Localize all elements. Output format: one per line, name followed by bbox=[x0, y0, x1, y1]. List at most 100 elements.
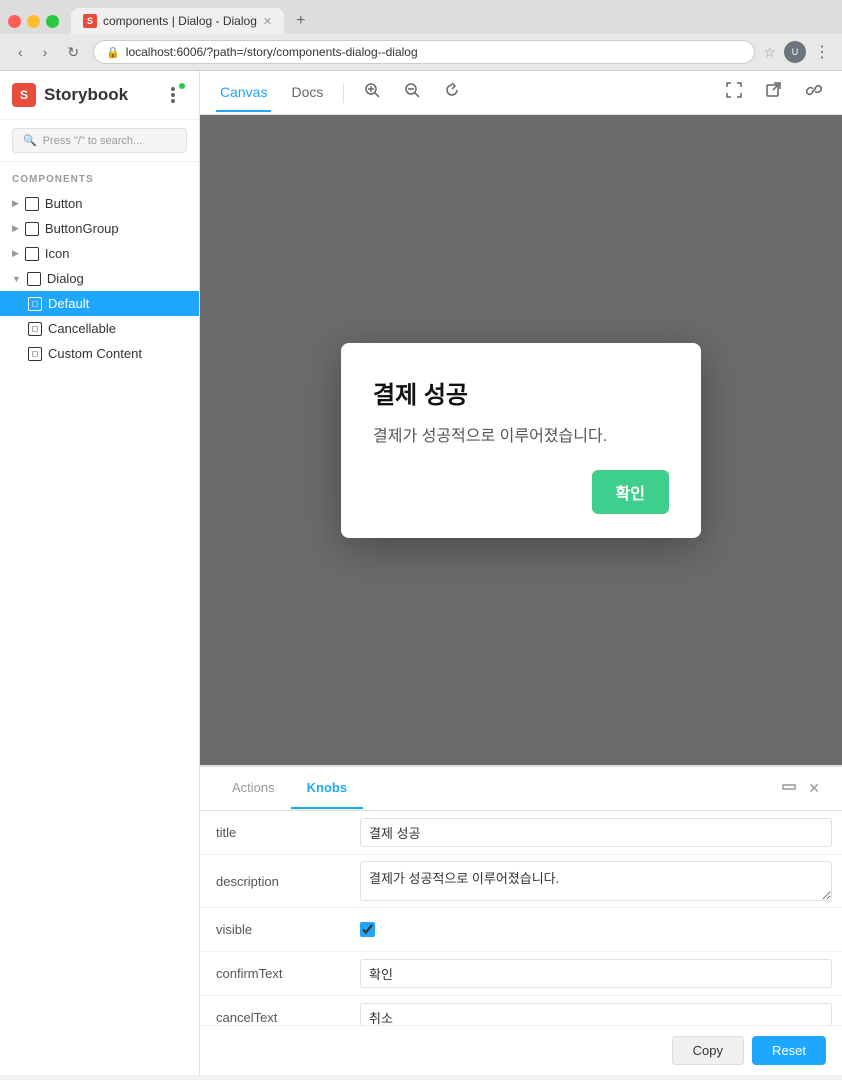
dialog-title: 결제 성공 bbox=[373, 375, 669, 410]
back-button[interactable]: ‹ bbox=[12, 41, 29, 63]
url-box[interactable]: 🔒 localhost:6006/?path=/story/components… bbox=[93, 40, 755, 64]
sidebar-item-icon[interactable]: ▶ Icon bbox=[0, 241, 199, 266]
knob-label-canceltext: cancelText bbox=[200, 996, 350, 1025]
knob-value-visible[interactable] bbox=[350, 908, 842, 951]
address-bar: ‹ › ↻ 🔒 localhost:6006/?path=/story/comp… bbox=[0, 34, 842, 70]
sidebar-item-label: Dialog bbox=[47, 271, 84, 286]
tab-canvas[interactable]: Canvas bbox=[216, 74, 271, 112]
reset-button[interactable]: Reset bbox=[752, 1036, 826, 1065]
knobs-content: title description 결제가 성공적으로 이루어졌습니다. bbox=[200, 811, 842, 1025]
search-input-display[interactable]: 🔍 Press "/" to search... bbox=[12, 128, 187, 153]
search-box[interactable]: 🔍 Press "/" to search... bbox=[0, 120, 199, 162]
knob-input-description[interactable]: 결제가 성공적으로 이루어졌습니다. bbox=[360, 861, 832, 901]
maximize-button[interactable] bbox=[46, 15, 59, 28]
zoom-in-button[interactable] bbox=[360, 78, 384, 107]
dialog-confirm-button[interactable]: 확인 bbox=[592, 470, 669, 514]
sidebar: S Storybook 🔍 Press "/" to search... COM… bbox=[0, 71, 200, 1075]
component-icon bbox=[25, 247, 39, 261]
fullscreen-button[interactable] bbox=[722, 78, 746, 107]
canvas-area: 결제 성공 결제가 성공적으로 이루어졌습니다. 확인 bbox=[200, 115, 842, 765]
knob-input-canceltext[interactable] bbox=[360, 1003, 832, 1025]
sidebar-item-label: Default bbox=[48, 296, 89, 311]
sidebar-more-button[interactable] bbox=[159, 81, 187, 109]
tab-close-button[interactable]: ✕ bbox=[263, 15, 272, 28]
sidebar-item-label: Cancellable bbox=[48, 321, 116, 336]
knob-value-description[interactable]: 결제가 성공적으로 이루어졌습니다. bbox=[350, 855, 842, 907]
sidebar-item-cancellable[interactable]: ◻ Cancellable bbox=[0, 316, 199, 341]
components-section-label: COMPONENTS bbox=[0, 162, 199, 191]
new-tab-button[interactable]: + bbox=[288, 8, 313, 34]
main-layout: S Storybook 🔍 Press "/" to search... COM… bbox=[0, 71, 842, 1075]
tab-bar: S components | Dialog - Dialog ✕ + bbox=[0, 0, 842, 34]
sidebar-item-default[interactable]: ◻ Default bbox=[0, 291, 199, 316]
sidebar-item-label: Button bbox=[45, 196, 83, 211]
knob-label-confirmtext: confirmText bbox=[200, 952, 350, 995]
tab-docs[interactable]: Docs bbox=[287, 74, 327, 112]
status-dot bbox=[177, 81, 187, 91]
storybook-logo-text: Storybook bbox=[44, 85, 128, 105]
lock-icon: 🔒 bbox=[106, 46, 120, 59]
component-icon bbox=[25, 197, 39, 211]
knob-row-confirmtext: confirmText bbox=[200, 952, 842, 996]
panel-tab-actions[interactable]: Actions bbox=[216, 768, 291, 809]
chevron-right-icon: ▶ bbox=[12, 198, 19, 209]
knob-row-canceltext: cancelText bbox=[200, 996, 842, 1025]
knob-row-title: title bbox=[200, 811, 842, 855]
minimize-button[interactable] bbox=[27, 15, 40, 28]
panel-tabs: Actions Knobs ✕ bbox=[200, 767, 842, 811]
storybook-logo-icon: S bbox=[12, 83, 36, 107]
chevron-right-icon: ▶ bbox=[12, 248, 19, 259]
panel-close-button[interactable]: ✕ bbox=[802, 776, 826, 801]
zoom-out-button[interactable] bbox=[400, 78, 424, 107]
dialog-actions: 확인 bbox=[373, 470, 669, 514]
sidebar-item-custom-content[interactable]: ◻ Custom Content bbox=[0, 341, 199, 366]
story-icon: ◻ bbox=[28, 297, 42, 311]
browser-menu-button[interactable]: ⋮ bbox=[814, 42, 830, 62]
sidebar-logo: S Storybook bbox=[12, 83, 128, 107]
bottom-actions: Copy Reset bbox=[200, 1025, 842, 1075]
panel-tab-knobs[interactable]: Knobs bbox=[291, 768, 363, 809]
search-placeholder: Press "/" to search... bbox=[43, 135, 143, 147]
knob-value-canceltext[interactable] bbox=[350, 996, 842, 1025]
sidebar-item-label: ButtonGroup bbox=[45, 221, 119, 236]
search-icon: 🔍 bbox=[23, 134, 37, 147]
close-button[interactable] bbox=[8, 15, 21, 28]
toolbar-divider bbox=[343, 83, 344, 103]
sidebar-item-button[interactable]: ▶ Button bbox=[0, 191, 199, 216]
story-icon: ◻ bbox=[28, 322, 42, 336]
tab-title: components | Dialog - Dialog bbox=[103, 14, 257, 28]
copy-link-button[interactable] bbox=[802, 78, 826, 107]
reload-button[interactable]: ↻ bbox=[61, 41, 85, 64]
knob-label-description: description bbox=[200, 855, 350, 907]
sidebar-item-label: Custom Content bbox=[48, 346, 142, 361]
url-text: localhost:6006/?path=/story/components-d… bbox=[126, 45, 743, 59]
knob-label-title: title bbox=[200, 811, 350, 854]
knob-row-visible: visible bbox=[200, 908, 842, 952]
bottom-panel: Actions Knobs ✕ title bbox=[200, 765, 842, 1075]
knob-input-confirmtext[interactable] bbox=[360, 959, 832, 988]
user-avatar: U bbox=[784, 41, 806, 63]
copy-button[interactable]: Copy bbox=[672, 1036, 744, 1065]
zoom-reset-button[interactable] bbox=[440, 78, 464, 107]
sidebar-header: S Storybook bbox=[0, 71, 199, 120]
chevron-down-icon: ▼ bbox=[12, 274, 21, 284]
sidebar-item-buttongroup[interactable]: ▶ ButtonGroup bbox=[0, 216, 199, 241]
sidebar-item-dialog[interactable]: ▼ Dialog bbox=[0, 266, 199, 291]
component-icon bbox=[27, 272, 41, 286]
browser-tab[interactable]: S components | Dialog - Dialog ✕ bbox=[71, 8, 284, 34]
knob-value-title[interactable] bbox=[350, 811, 842, 854]
bookmark-button[interactable]: ☆ bbox=[763, 44, 776, 61]
knob-input-visible[interactable] bbox=[360, 922, 375, 937]
knob-input-title[interactable] bbox=[360, 818, 832, 847]
knob-label-visible: visible bbox=[200, 908, 350, 951]
toolbar: Canvas Docs bbox=[200, 71, 842, 115]
chevron-right-icon: ▶ bbox=[12, 223, 19, 234]
traffic-lights bbox=[8, 15, 59, 28]
panel-resize-button[interactable] bbox=[776, 776, 802, 801]
knob-value-confirmtext[interactable] bbox=[350, 952, 842, 995]
component-icon bbox=[25, 222, 39, 236]
forward-button[interactable]: › bbox=[37, 41, 54, 63]
content-area: Canvas Docs bbox=[200, 71, 842, 1075]
open-new-window-button[interactable] bbox=[762, 78, 786, 107]
sidebar-item-label: Icon bbox=[45, 246, 70, 261]
